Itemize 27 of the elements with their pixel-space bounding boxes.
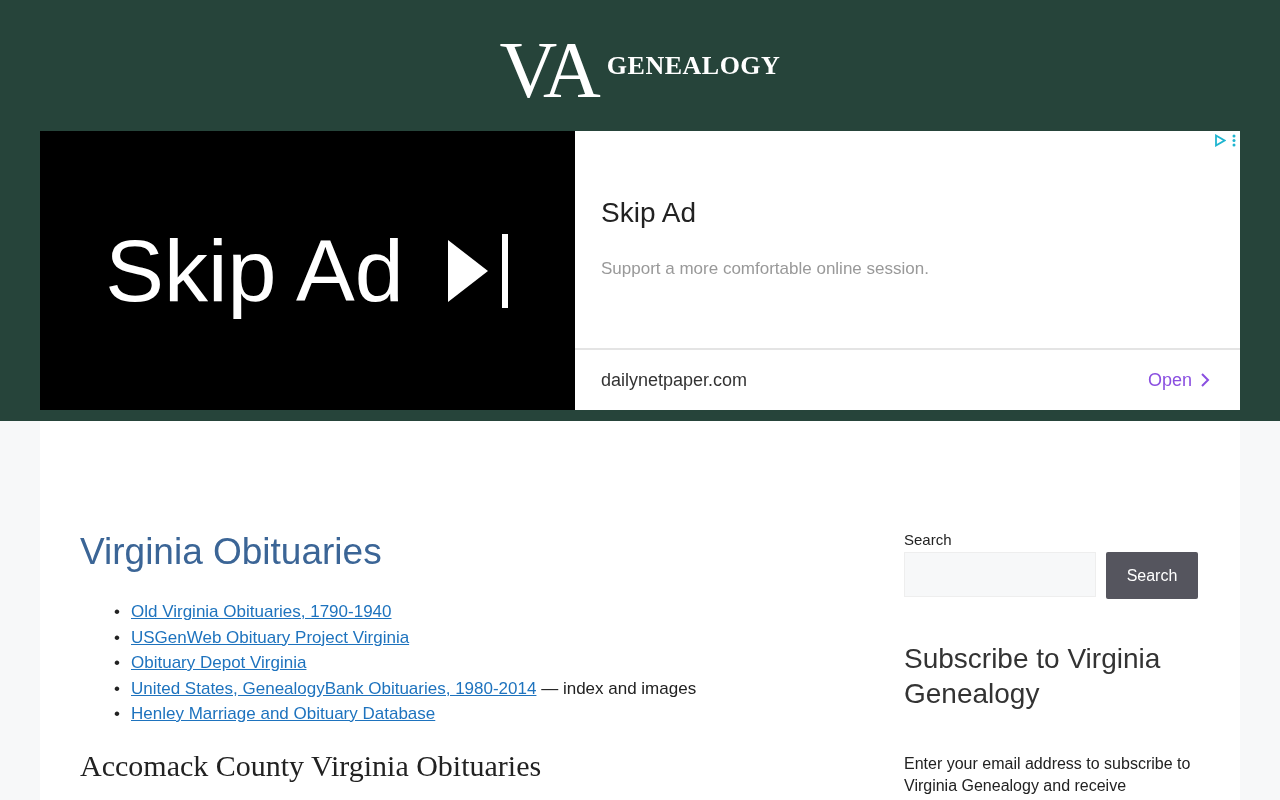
- subscribe-text: Enter your email address to subscribe to Virginia Genealogy and receive: [904, 754, 1192, 796]
- obituary-link[interactable]: USGenWeb Obituary Project Virginia: [131, 627, 410, 647]
- search-label: Search: [904, 531, 952, 548]
- chevron-right-icon: [1200, 372, 1210, 388]
- ad-domain: dailynetpaper.com: [601, 369, 748, 391]
- search-button[interactable]: Search: [1106, 552, 1198, 599]
- bullet: •: [114, 703, 121, 725]
- banner-text: Skip Ad: [105, 219, 404, 322]
- subscribe-title: Subscribe to Virginia Genealogy: [904, 642, 1162, 711]
- ad-description: Support a more comfortable online session.: [601, 259, 930, 279]
- bullet: •: [114, 626, 121, 649]
- open-button[interactable]: Open: [1147, 369, 1210, 391]
- logo-text[interactable]: GENEALOGY: [606, 50, 781, 81]
- obituary-link[interactable]: United States, GenealogyBank Obituaries, 1980-2014: [131, 678, 537, 698]
- page-title: Virginia Obituaries: [80, 531, 382, 573]
- obituary-link[interactable]: Obituary Depot Virginia: [131, 653, 307, 672]
- link-note: — index and images: [541, 678, 697, 698]
- section-heading: Accomack County Virginia Obituaries: [80, 748, 542, 783]
- obituary-link[interactable]: Henley Marriage and Obituary Database: [131, 704, 436, 723]
- obituary-link[interactable]: Old Virginia Obituaries, 1790-1940: [131, 602, 392, 621]
- adchoices-icon[interactable]: [1214, 134, 1226, 147]
- logo-mark[interactable]: VA: [499, 21, 597, 110]
- more-icon[interactable]: [1232, 134, 1236, 147]
- bullet: •: [114, 652, 121, 674]
- bullet: •: [114, 677, 121, 700]
- bullet: •: [114, 601, 121, 623]
- ad-title: Skip Ad: [601, 197, 697, 229]
